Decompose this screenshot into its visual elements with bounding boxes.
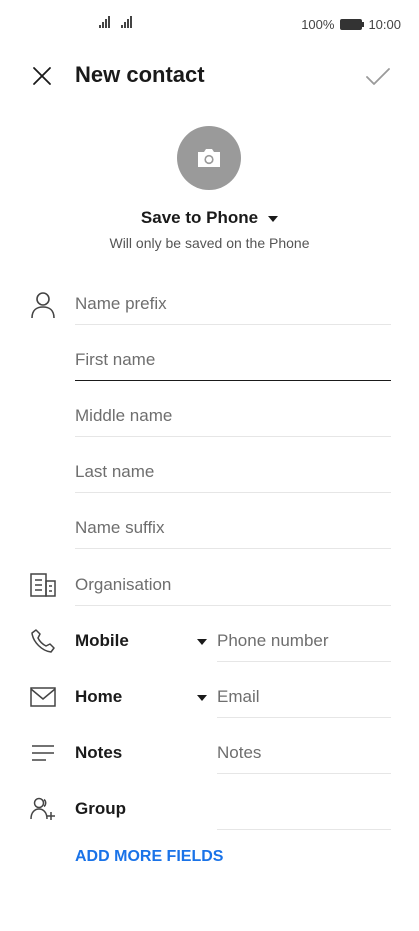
organisation-field[interactable]: Organisation: [75, 565, 391, 606]
check-icon: [366, 68, 390, 85]
notes-icon: [26, 736, 60, 770]
phone-type-label[interactable]: Mobile: [75, 631, 129, 651]
close-button[interactable]: [26, 60, 58, 92]
organisation-placeholder: Organisation: [75, 575, 172, 594]
phone-number-field[interactable]: Phone number: [217, 621, 391, 662]
close-icon: [33, 67, 51, 85]
add-photo-button[interactable]: [177, 126, 241, 190]
phone-icon: [26, 624, 60, 658]
first-name-placeholder: First name: [75, 350, 156, 369]
toolbar: New contact: [0, 50, 419, 102]
email-type-dropdown-icon[interactable]: [197, 695, 207, 701]
email-placeholder: Email: [217, 687, 260, 706]
page-title: New contact: [75, 62, 205, 87]
status-bar: 100% 10:00: [0, 0, 419, 50]
group-label: Group: [75, 799, 126, 818]
organisation-icon: [26, 568, 60, 602]
name-suffix-placeholder: Name suffix: [75, 518, 165, 537]
signal-icon: [121, 16, 132, 28]
mail-icon: [26, 680, 60, 714]
account-subtitle: Will only be saved on the Phone: [109, 235, 310, 251]
add-more-fields-button[interactable]: ADD MORE FIELDS: [75, 848, 223, 866]
clock: 10:00: [368, 17, 401, 32]
name-prefix-field[interactable]: Name prefix: [75, 284, 391, 325]
account-selector[interactable]: Save to Phone: [0, 208, 419, 228]
name-prefix-placeholder: Name prefix: [75, 294, 167, 313]
notes-field[interactable]: Notes: [217, 733, 391, 774]
middle-name-field[interactable]: Middle name: [75, 396, 391, 437]
signal-icon: [99, 16, 110, 28]
account-title: Save to Phone: [140, 208, 259, 227]
group-field[interactable]: [217, 789, 391, 830]
battery-icon: [340, 19, 365, 30]
notes-label: Notes: [75, 743, 123, 762]
phone-type-dropdown-icon[interactable]: [197, 639, 207, 645]
group-icon: [26, 792, 60, 826]
last-name-placeholder: Last name: [75, 462, 155, 481]
dropdown-arrow-icon: [268, 215, 279, 222]
camera-icon: [198, 149, 220, 167]
name-suffix-field[interactable]: Name suffix: [75, 508, 391, 549]
notes-placeholder: Notes: [217, 743, 262, 762]
save-button[interactable]: [361, 60, 395, 94]
email-field[interactable]: Email: [217, 677, 391, 718]
first-name-field[interactable]: First name: [75, 340, 391, 381]
middle-name-placeholder: Middle name: [75, 406, 173, 425]
email-type-label[interactable]: Home: [75, 687, 122, 707]
last-name-field[interactable]: Last name: [75, 452, 391, 493]
battery-percentage: 100%: [301, 17, 335, 32]
phone-number-placeholder: Phone number: [217, 631, 329, 650]
person-icon: [26, 288, 60, 322]
